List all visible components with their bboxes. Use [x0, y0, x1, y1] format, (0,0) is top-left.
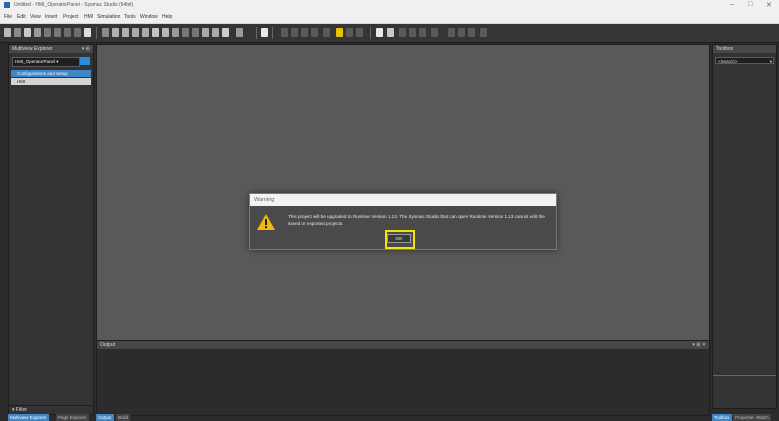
tree-item-label: HMI — [17, 79, 26, 84]
app-icon — [4, 2, 10, 8]
offline-icon[interactable] — [172, 28, 179, 37]
replace-icon[interactable] — [112, 28, 119, 37]
step-into-icon[interactable] — [409, 28, 416, 37]
print-icon[interactable] — [34, 28, 41, 37]
menu-hmi[interactable]: HMI — [84, 14, 93, 20]
run-icon[interactable] — [376, 28, 383, 37]
menu-window[interactable]: Window — [140, 14, 158, 20]
tab-multiview-explorer[interactable]: Multiview Explorer — [8, 414, 49, 421]
project-settings-button[interactable] — [80, 57, 90, 65]
chart-icon[interactable] — [222, 28, 229, 37]
filter-icon: ▾ — [12, 407, 15, 413]
project-selector[interactable]: HMI_OperatorPanel ▾ — [12, 57, 80, 67]
output-panel: Output ▾ ⊞ ✕ — [96, 340, 710, 416]
stop-run-icon[interactable] — [399, 28, 406, 37]
toolbar — [0, 24, 779, 43]
online-icon[interactable] — [162, 28, 169, 37]
breakpoint-icon[interactable] — [431, 28, 438, 37]
toolbar-separator — [272, 27, 273, 39]
minimize-icon[interactable]: – — [730, 1, 734, 8]
compare-icon[interactable] — [192, 28, 199, 37]
simulate-icon[interactable] — [202, 28, 209, 37]
warning-toolbar-icon[interactable] — [336, 28, 343, 37]
title-bar: Untitled - HMI_OperatorPanel - Sysmac St… — [0, 0, 779, 11]
distribute-icon[interactable] — [480, 28, 487, 37]
open-icon[interactable] — [14, 28, 21, 37]
tab-output[interactable]: Output — [96, 414, 114, 421]
menu-bar: File Edit View Insert Project HMI Simula… — [0, 11, 779, 24]
warning-icon — [257, 214, 275, 232]
check-icon[interactable] — [142, 28, 149, 37]
build-icon[interactable] — [122, 28, 129, 37]
zoom-in-icon[interactable] — [291, 28, 298, 37]
undo-icon[interactable] — [64, 28, 71, 37]
tab-toolbox[interactable]: Toolbox — [712, 414, 732, 421]
output-title: Output — [100, 342, 116, 348]
divider — [713, 375, 776, 376]
dialog-message: This project will be upgraded to Runtime… — [288, 214, 545, 226]
tab-page-explorer[interactable]: Page Explorer — [56, 414, 89, 421]
zoom-out-icon[interactable] — [301, 28, 308, 37]
filter-label: Filter — [15, 407, 28, 413]
menu-help[interactable]: Help — [162, 14, 172, 20]
explorer-title: Multiview Explorer — [12, 46, 53, 52]
pin-icon[interactable]: ▾ ⊞ — [82, 45, 90, 53]
tree-item-label: Configurations and Setup — [17, 71, 68, 76]
toolbar-separator — [256, 27, 257, 39]
refresh-icon[interactable] — [356, 28, 363, 37]
window-title: Untitled - HMI_OperatorPanel - Sysmac St… — [14, 2, 134, 8]
redo-icon[interactable] — [74, 28, 81, 37]
step-icon[interactable] — [346, 28, 353, 37]
toolbar-separator — [370, 27, 371, 39]
find-icon[interactable] — [102, 28, 109, 37]
close-icon[interactable]: ✕ — [766, 1, 772, 9]
align-right-icon[interactable] — [468, 28, 475, 37]
tree-item-configurations[interactable]: Configurations and Setup — [11, 70, 91, 77]
toolbox-header: Toolbox — [713, 45, 776, 53]
zoom-reset-icon[interactable] — [311, 28, 318, 37]
toolbox-panel: Toolbox <Search> ▾ — [712, 44, 777, 409]
copy-icon[interactable] — [54, 28, 61, 37]
transfer-icon[interactable] — [182, 28, 189, 37]
align-left-icon[interactable] — [448, 28, 455, 37]
ok-button-highlight — [385, 230, 415, 249]
wrench-icon[interactable] — [212, 28, 219, 37]
tab-build[interactable]: Build — [116, 414, 131, 421]
save-icon[interactable] — [24, 28, 31, 37]
pin-icon[interactable]: ▾ ⊞ ✕ — [692, 341, 706, 349]
align-center-icon[interactable] — [458, 28, 465, 37]
multiview-explorer-panel: Multiview Explorer ▾ ⊞ HMI_OperatorPanel… — [8, 44, 94, 409]
menu-view[interactable]: View — [30, 14, 41, 20]
menu-edit[interactable]: Edit — [17, 14, 26, 20]
project-selector-value: HMI_OperatorPanel — [15, 59, 56, 64]
dialog-title: Warning — [250, 194, 556, 206]
tab-watch[interactable]: Watch — [754, 414, 771, 421]
chevron-down-icon[interactable]: ▾ — [770, 58, 772, 65]
menu-tools[interactable]: Tools — [124, 14, 136, 20]
menu-project[interactable]: Project — [63, 14, 79, 20]
tree-item-hmi[interactable]: HMI — [11, 78, 91, 85]
output-header: Output ▾ ⊞ ✕ — [97, 341, 709, 349]
stop-icon[interactable] — [236, 28, 243, 37]
cut-icon[interactable] — [44, 28, 51, 37]
cross-reference-icon[interactable] — [152, 28, 159, 37]
maximize-icon[interactable]: □ — [748, 1, 752, 8]
toolbar-separator — [96, 27, 97, 39]
step-over-icon[interactable] — [419, 28, 426, 37]
toolbox-search-placeholder: <Search> — [718, 59, 738, 64]
new-project-icon[interactable] — [4, 28, 11, 37]
delete-icon[interactable] — [84, 28, 91, 37]
grid-icon[interactable] — [323, 28, 330, 37]
toolbox-search-input[interactable]: <Search> ▾ — [715, 57, 774, 64]
zoom-fit-icon[interactable] — [281, 28, 288, 37]
menu-simulation[interactable]: Simulation — [97, 14, 120, 20]
pointer-icon[interactable] — [261, 28, 268, 37]
pause-icon[interactable] — [387, 28, 394, 37]
toolbox-title: Toolbox — [716, 46, 734, 52]
rebuild-icon[interactable] — [132, 28, 139, 37]
menu-file[interactable]: File — [4, 14, 12, 20]
menu-insert[interactable]: Insert — [45, 14, 58, 20]
explorer-header: Multiview Explorer ▾ ⊞ — [9, 45, 93, 53]
